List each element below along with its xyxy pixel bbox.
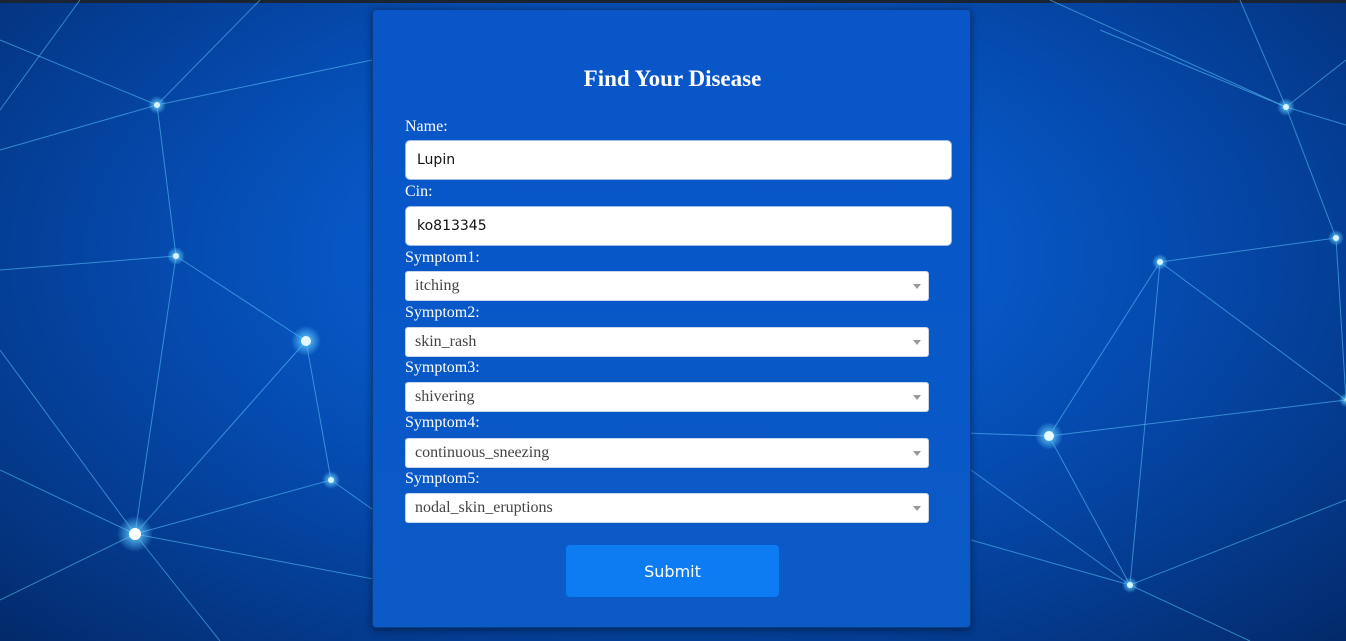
symptom1-selected-value: itching	[415, 277, 460, 294]
symptom5-label: Symptom5:	[405, 470, 480, 487]
symptom1-select[interactable]: itching	[405, 271, 929, 301]
symptom1-label: Symptom1:	[405, 249, 480, 266]
submit-button[interactable]: Submit	[566, 545, 779, 597]
symptom4-selected-value: continuous_sneezing	[415, 444, 550, 461]
caret-down-icon	[913, 340, 921, 345]
symptom3-selected-value: shivering	[415, 388, 475, 405]
caret-down-icon	[913, 395, 921, 400]
cin-label: Cin:	[405, 183, 433, 200]
form-title: Find Your Disease	[583, 66, 762, 91]
name-input[interactable]	[405, 140, 952, 180]
symptom5-selected-value: nodal_skin_eruptions	[415, 499, 553, 516]
caret-down-icon	[913, 451, 921, 456]
name-label: Name:	[405, 118, 448, 135]
symptom3-select[interactable]: shivering	[405, 382, 929, 412]
disease-form-card: Find Your Disease Name: Cin: Symptom1: i…	[372, 9, 971, 628]
symptom2-selected-value: skin_rash	[415, 333, 477, 350]
caret-down-icon	[913, 284, 921, 289]
symptom5-select[interactable]: nodal_skin_eruptions	[405, 493, 929, 523]
symptom3-label: Symptom3:	[405, 359, 480, 376]
caret-down-icon	[913, 506, 921, 511]
symptom2-select[interactable]: skin_rash	[405, 327, 929, 357]
symptom2-label: Symptom2:	[405, 304, 480, 321]
symptom4-label: Symptom4:	[405, 414, 480, 431]
cin-input[interactable]	[405, 206, 952, 246]
symptom4-select[interactable]: continuous_sneezing	[405, 438, 929, 468]
